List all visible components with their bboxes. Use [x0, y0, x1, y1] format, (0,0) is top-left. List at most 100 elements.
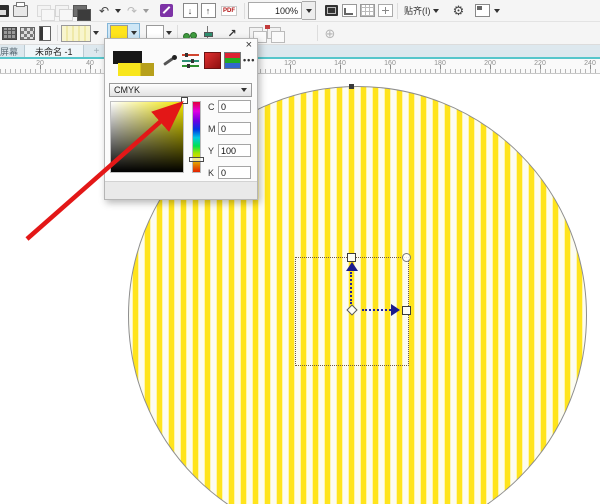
field-input-y[interactable]: 100: [218, 144, 251, 157]
ruler-label: 140: [334, 60, 346, 67]
export-icon: ↑: [201, 3, 216, 18]
cmyk-field-row: C 0: [208, 100, 251, 113]
add-preset-button[interactable]: ⊕: [321, 25, 339, 41]
field-label-m: M: [208, 124, 215, 134]
fill-pattern-button[interactable]: [18, 25, 36, 41]
tiles-icon: [2, 27, 17, 40]
tab-document-active[interactable]: 未命名 -1: [24, 45, 84, 57]
gear-icon: ⚙: [453, 4, 465, 17]
redo-button[interactable]: ↷: [123, 3, 141, 19]
publish-pdf-button[interactable]: PDF: [217, 3, 241, 19]
color-sliders-button[interactable]: [182, 54, 199, 67]
ruler-label: 120: [284, 60, 296, 67]
paste-button[interactable]: [71, 3, 89, 19]
color-model-select[interactable]: CMYK: [109, 83, 252, 97]
ruler-label: 160: [384, 60, 396, 67]
app-launcher-button[interactable]: [157, 3, 175, 19]
show-grid-button[interactable]: [358, 3, 376, 19]
pdf-icon: PDF: [221, 6, 237, 16]
ruler-label: 20: [36, 60, 44, 67]
fill-handle-right-square[interactable]: [402, 306, 411, 315]
options-button[interactable]: ⚙: [450, 3, 468, 19]
field-label-k: K: [208, 168, 215, 178]
copy-button[interactable]: [53, 3, 71, 19]
fill-page-button[interactable]: [36, 25, 54, 41]
pattern-preview-swatch[interactable]: [61, 25, 91, 42]
select-caret-icon: [241, 88, 247, 92]
snap-to-dropdown[interactable]: 贴齐(I): [401, 4, 444, 17]
print-icon: [13, 5, 28, 17]
window-launch-button[interactable]: [474, 3, 492, 19]
cut-button[interactable]: [35, 3, 53, 19]
pattern-preview-dropdown[interactable]: [91, 31, 101, 35]
fill-handle-corner-circle[interactable]: [402, 253, 411, 262]
undo-icon: ↶: [99, 5, 109, 17]
back-color-dropdown[interactable]: [164, 31, 174, 35]
field-input-c[interactable]: 0: [218, 100, 251, 113]
cmyk-field-row: K 0: [208, 166, 251, 179]
new-document-tab-button[interactable]: +: [94, 46, 100, 57]
copy-properties-button[interactable]: [265, 25, 283, 41]
field-label-y: Y: [208, 146, 215, 156]
color-picker-flyout: × ••• CMYK C 0 M 0 Y 100 K 0: [104, 38, 258, 200]
field-label-c: C: [208, 102, 215, 112]
ruler-label: 220: [534, 60, 546, 67]
copy-icon: [55, 5, 69, 17]
horizontal-ruler[interactable]: 20 40 60 80 100 120 140 160 180 200 220 …: [0, 59, 600, 74]
show-rulers-button[interactable]: [340, 3, 358, 19]
color-palettes-button[interactable]: [224, 52, 241, 69]
color-model-value: CMYK: [114, 85, 140, 95]
ruler-label: 200: [484, 60, 496, 67]
close-icon[interactable]: ×: [246, 40, 252, 51]
add-guidelines-button[interactable]: [376, 3, 394, 19]
document-tab-bar: 屏幕 未命名 -1 +: [0, 45, 600, 59]
grid-icon: [360, 4, 375, 17]
fill-tiles-button[interactable]: [0, 25, 18, 41]
hue-slider[interactable]: [192, 101, 201, 173]
hue-slider-handle[interactable]: [189, 157, 204, 162]
standard-toolbar: ↶ ↷ ↓ ↑ PDF 100% 贴齐(I) ⚙: [0, 0, 600, 22]
zoom-level-input[interactable]: 100%: [248, 2, 302, 19]
field-input-k[interactable]: 0: [218, 166, 251, 179]
rulers-icon: [342, 4, 357, 17]
ruler-label: 240: [584, 60, 596, 67]
field-input-m[interactable]: 0: [218, 122, 251, 135]
window-icon: [475, 4, 490, 17]
front-color-dropdown-caret: [131, 31, 137, 35]
app-window: ↶ ↷ ↓ ↑ PDF 100% 贴齐(I) ⚙: [0, 0, 600, 504]
fill-handle-top-square[interactable]: [347, 253, 356, 262]
ruler-label: 40: [86, 60, 94, 67]
eyedropper-button[interactable]: [161, 53, 177, 69]
tab-welcome-partial[interactable]: 屏幕: [0, 45, 24, 58]
page-icon: [39, 26, 51, 41]
flyout-footer: [105, 181, 257, 199]
cmyk-field-row: Y 100: [208, 144, 251, 157]
save-icon: [0, 5, 9, 17]
export-button[interactable]: ↑: [199, 3, 217, 19]
print-button[interactable]: [11, 3, 29, 19]
fullscreen-preview-button[interactable]: [322, 3, 340, 19]
circle-top-node[interactable]: [349, 84, 354, 89]
color-field-marker[interactable]: [181, 97, 188, 104]
undo-dropdown[interactable]: [113, 9, 123, 13]
cut-icon: [37, 5, 51, 17]
color-viewers-button[interactable]: [204, 52, 221, 69]
save-button[interactable]: [0, 3, 11, 19]
ruler-label: 180: [434, 60, 446, 67]
import-icon: ↓: [183, 3, 198, 18]
color-preview-new: [118, 63, 154, 76]
fill-direction-up-arrow: [346, 262, 358, 271]
fill-vector-vertical-line: [350, 272, 352, 304]
circle-plus-icon: ⊕: [325, 27, 336, 40]
import-button[interactable]: ↓: [181, 3, 199, 19]
fullscreen-icon: [325, 5, 338, 16]
more-options-button[interactable]: •••: [243, 55, 255, 65]
zoom-level-value: 100%: [275, 6, 298, 16]
zoom-level-dropdown[interactable]: [302, 1, 316, 20]
undo-button[interactable]: ↶: [95, 3, 113, 19]
fill-direction-right-arrow: [391, 304, 400, 316]
redo-icon: ↷: [127, 5, 137, 17]
window-launch-dropdown[interactable]: [492, 9, 502, 13]
color-field[interactable]: [110, 101, 184, 173]
redo-dropdown[interactable]: [141, 9, 151, 13]
